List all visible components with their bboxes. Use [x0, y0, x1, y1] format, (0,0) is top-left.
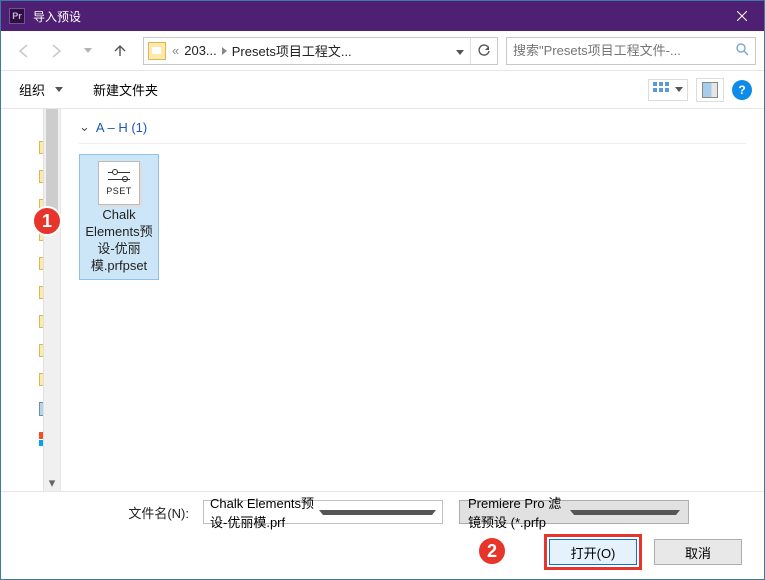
title-bar: Pr 导入预设: [1, 1, 764, 31]
arrow-right-icon: [47, 42, 65, 60]
file-name: Chalk Elements预设-优丽模.prfpset: [82, 207, 156, 275]
open-highlight: 打开(O): [544, 534, 642, 570]
filter-text: Premiere Pro 滤镜预设 (*.prfp: [468, 493, 570, 531]
preview-pane-button[interactable]: [696, 78, 724, 102]
file-list[interactable]: ⌄ A – H (1) PSET Chalk Elements预设-优丽模.pr…: [61, 109, 764, 491]
filename-combobox[interactable]: Chalk Elements预设-优丽模.prf: [203, 500, 443, 524]
close-button[interactable]: [719, 1, 764, 31]
annotation-badge-2: 2: [477, 536, 507, 566]
new-folder-button[interactable]: 新建文件夹: [87, 76, 164, 103]
group-title: A – H (1): [96, 120, 147, 135]
breadcrumb-sep: «: [170, 43, 181, 58]
chevron-down-icon: ⌄: [79, 119, 90, 135]
window-title: 导入预设: [33, 8, 719, 25]
bottom-panel: 文件名(N): Chalk Elements预设-优丽模.prf Premier…: [1, 491, 764, 579]
refresh-icon: [477, 44, 491, 58]
search-icon: [735, 42, 755, 59]
tree-scrollbar[interactable]: ▴ ▾: [43, 109, 60, 491]
preview-icon: [702, 82, 718, 98]
search-input[interactable]: [513, 43, 731, 58]
refresh-button[interactable]: [470, 38, 497, 64]
close-icon: [737, 11, 747, 21]
forward-button[interactable]: [41, 37, 71, 65]
chevron-down-icon: [84, 48, 92, 53]
arrow-up-icon: [111, 42, 129, 60]
icon-caption: PSET: [106, 186, 132, 198]
organize-menu[interactable]: 组织: [13, 76, 69, 103]
group-header[interactable]: ⌄ A – H (1): [79, 119, 746, 144]
toolbar: 组织 新建文件夹 ?: [1, 71, 764, 109]
filename-value: Chalk Elements预设-优丽模.prf: [210, 493, 319, 531]
up-button[interactable]: [105, 37, 135, 65]
premiere-icon: Pr: [9, 8, 25, 24]
address-dropdown[interactable]: [450, 43, 470, 58]
search-box[interactable]: [506, 37, 756, 65]
breadcrumb-seg-1[interactable]: 203...: [181, 43, 220, 58]
annotation-badge-1: 1: [32, 206, 62, 236]
chevron-down-icon: [456, 50, 464, 55]
folder-icon: [148, 42, 166, 60]
grid-icon: [653, 82, 669, 98]
nav-bar: « 203... Presets项目工程文...: [1, 31, 764, 71]
arrow-left-icon: [15, 42, 33, 60]
organize-label: 组织: [19, 80, 45, 99]
filetype-filter[interactable]: Premiere Pro 滤镜预设 (*.prfp: [459, 500, 689, 524]
chevron-down-icon: [55, 87, 63, 92]
cancel-button[interactable]: 取消: [654, 539, 742, 565]
back-button[interactable]: [9, 37, 39, 65]
chevron-down-icon: [319, 510, 436, 515]
chevron-down-icon: [570, 510, 680, 515]
filename-label: 文件名(N):: [17, 503, 197, 522]
nav-tree[interactable]: ▴ ▾: [1, 109, 61, 491]
file-item-selected[interactable]: PSET Chalk Elements预设-优丽模.prfpset: [79, 154, 159, 280]
view-mode-button[interactable]: [648, 79, 688, 101]
content-area: ▴ ▾ ⌄ A – H (1) PSET Chalk Elements预设-优丽…: [1, 109, 764, 491]
recent-dropdown[interactable]: [73, 37, 103, 65]
open-button[interactable]: 打开(O): [549, 539, 637, 565]
address-bar[interactable]: « 203... Presets项目工程文...: [143, 37, 498, 65]
help-button[interactable]: ?: [732, 80, 752, 100]
breadcrumb-seg-2[interactable]: Presets项目工程文...: [229, 41, 355, 60]
preset-file-icon: PSET: [98, 161, 140, 205]
breadcrumb-sep: [220, 43, 229, 58]
scroll-down-icon[interactable]: ▾: [44, 474, 60, 491]
chevron-down-icon: [675, 87, 683, 92]
